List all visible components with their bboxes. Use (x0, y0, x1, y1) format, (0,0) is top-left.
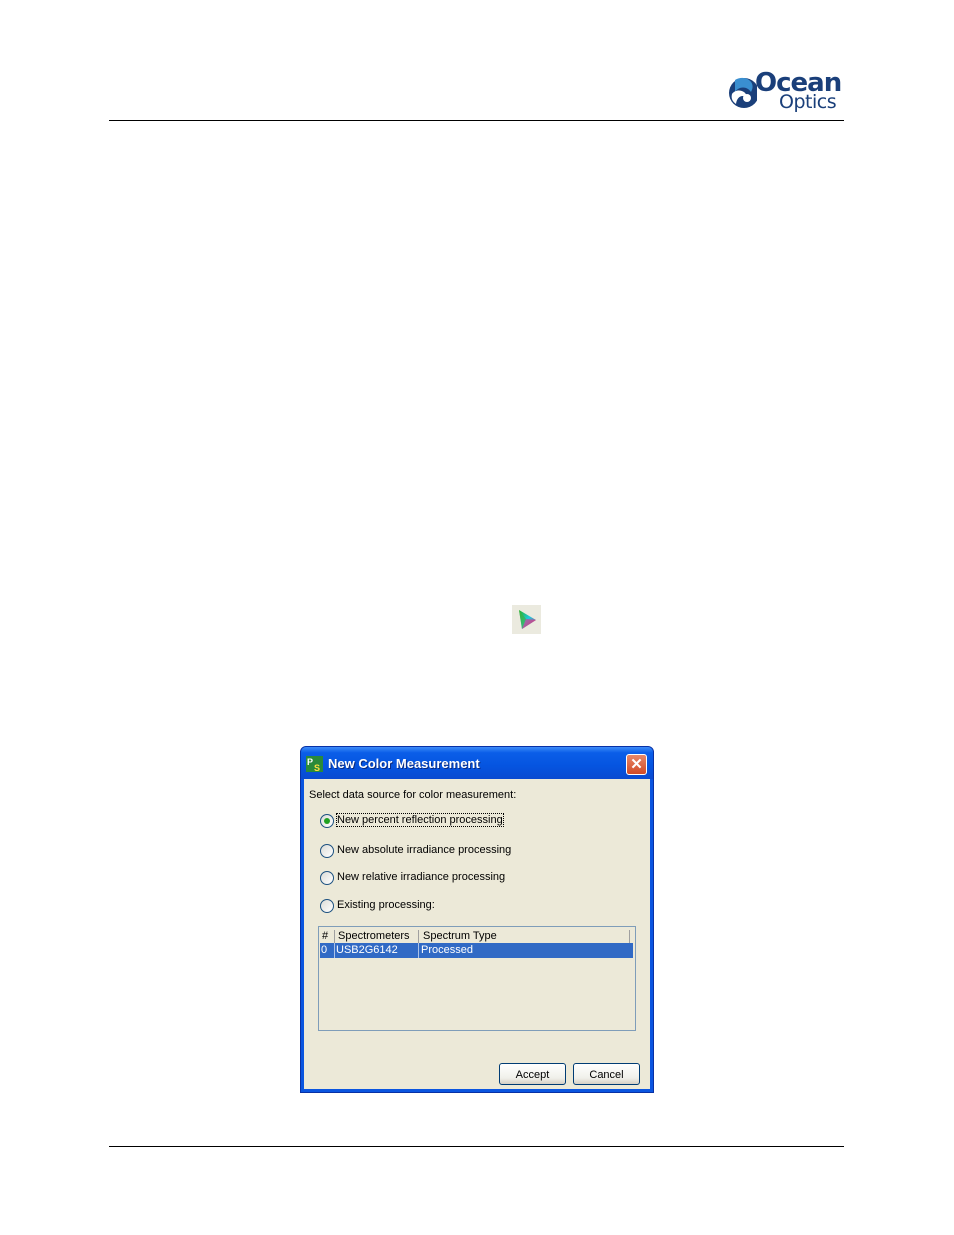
color-measurement-icon[interactable] (512, 605, 541, 634)
processing-table[interactable]: # Spectrometers Spectrum Type 0 USB2G614… (318, 926, 636, 1031)
cell-spectrometer: USB2G6142 (336, 944, 398, 956)
cell-divider (334, 943, 335, 958)
column-header-spectrum-type[interactable]: Spectrum Type (423, 930, 497, 943)
ocean-optics-logo: Ocean Optics (727, 68, 845, 116)
column-divider[interactable] (418, 930, 419, 943)
spectrasuite-app-icon: P S (306, 756, 323, 773)
radio-label[interactable]: New percent reflection processing (336, 813, 504, 827)
data-source-prompt: Select data source for color measurement… (309, 789, 517, 801)
logo-text-optics: Optics (779, 91, 837, 113)
svg-text:P: P (307, 757, 313, 767)
footer-divider (109, 1146, 844, 1147)
cancel-button[interactable]: Cancel (573, 1063, 640, 1085)
new-color-measurement-dialog: P S New Color Measurement ✕ Select data … (300, 746, 654, 1093)
column-header-index[interactable]: # (322, 930, 328, 943)
radio-button[interactable] (320, 814, 334, 828)
header-divider (109, 120, 844, 121)
radio-label[interactable]: Existing processing: (337, 899, 435, 911)
radio-button[interactable] (320, 899, 334, 913)
close-button[interactable]: ✕ (626, 754, 647, 775)
cell-spectrum-type: Processed (421, 944, 473, 956)
radio-button[interactable] (320, 844, 334, 858)
svg-text:S: S (314, 763, 320, 772)
dialog-title: New Color Measurement (328, 756, 480, 771)
accept-button[interactable]: Accept (499, 1063, 566, 1085)
cell-index: 0 (321, 944, 328, 956)
table-row[interactable]: 0 USB2G6142 Processed (320, 943, 633, 958)
close-icon: ✕ (630, 756, 643, 773)
radio-label[interactable]: New relative irradiance processing (337, 871, 505, 883)
cell-divider (418, 943, 419, 958)
column-header-spectrometers[interactable]: Spectrometers (338, 930, 410, 943)
dialog-titlebar[interactable]: P S New Color Measurement ✕ (301, 747, 653, 779)
column-divider[interactable] (334, 930, 335, 943)
column-divider[interactable] (629, 930, 630, 943)
radio-label[interactable]: New absolute irradiance processing (337, 844, 511, 856)
ocean-wave-icon (729, 77, 757, 108)
dialog-body: Select data source for color measurement… (304, 779, 650, 1089)
radio-button[interactable] (320, 871, 334, 885)
radio-selected-dot (324, 818, 330, 824)
